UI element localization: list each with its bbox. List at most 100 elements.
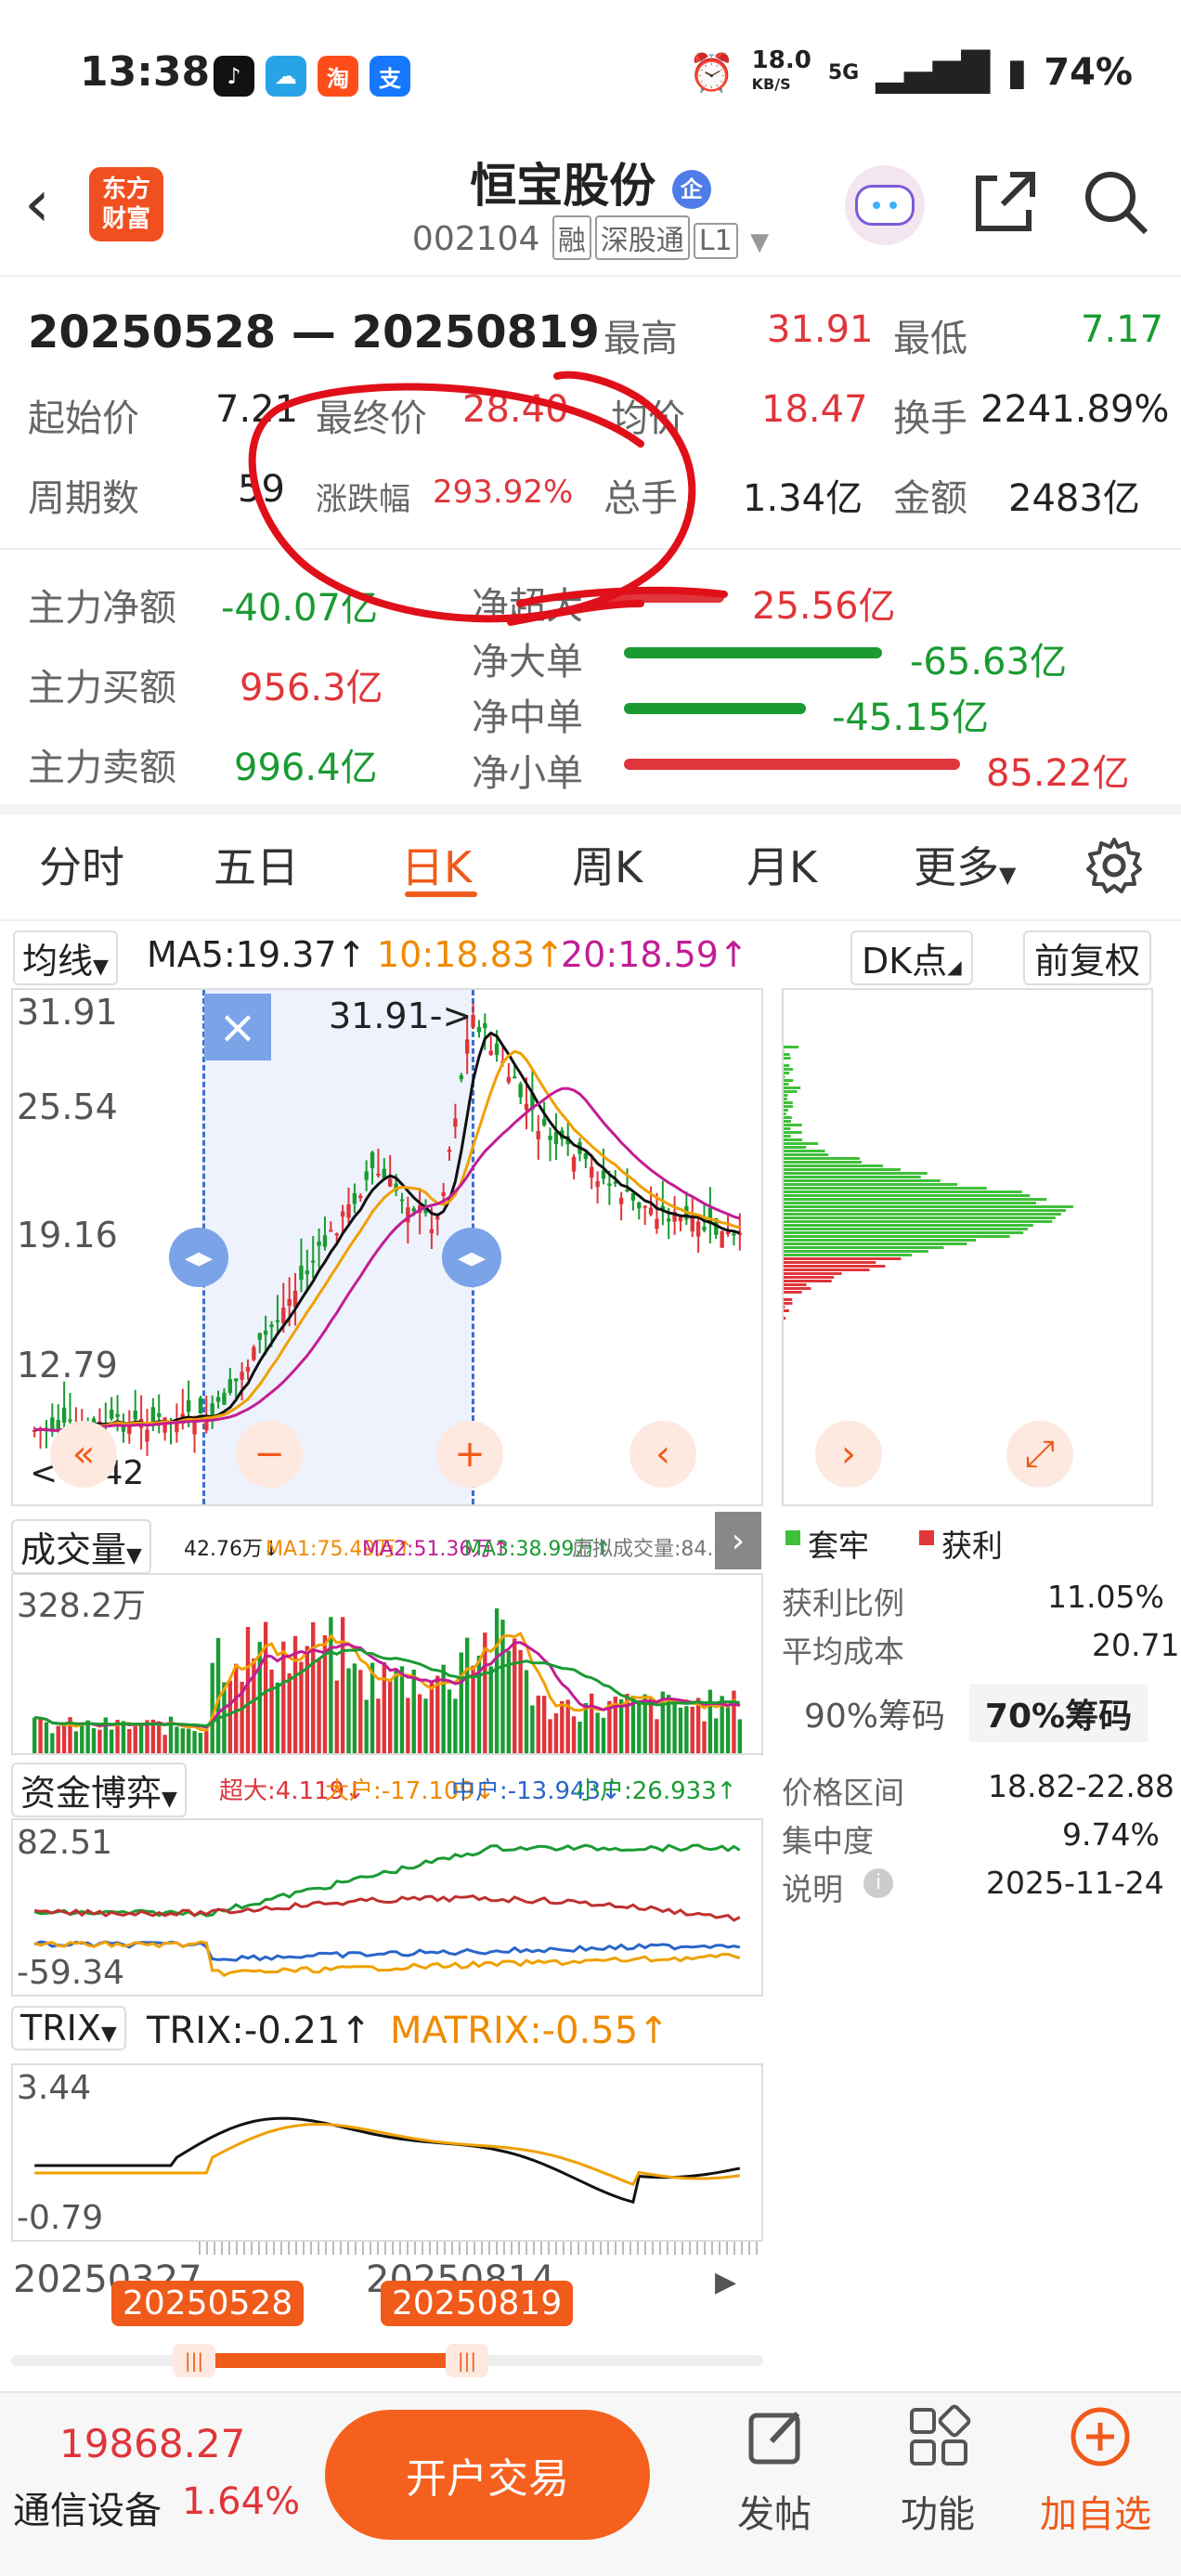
candle — [145, 1430, 149, 1442]
volume-y-top: 328.2万 — [17, 1579, 146, 1627]
trix-selector[interactable]: TRIX▼ — [11, 2006, 126, 2050]
volume-bar — [400, 1666, 404, 1753]
info-icon[interactable]: i — [863, 1868, 893, 1898]
ma10-value: 10:18.83↑ — [377, 934, 565, 975]
chip-bar — [784, 1131, 802, 1134]
candle — [537, 1131, 540, 1139]
capital-plot — [13, 1820, 761, 1995]
sector-name[interactable]: 通信设备 — [13, 2480, 162, 2534]
volume-bar — [299, 1662, 303, 1753]
candle — [441, 1192, 445, 1196]
volume-bar — [269, 1670, 273, 1753]
volume-bar — [80, 1723, 84, 1753]
volume-bar — [637, 1703, 641, 1753]
chip-bar — [784, 1276, 834, 1279]
volume-bar — [702, 1722, 706, 1753]
volume-bar — [435, 1676, 439, 1753]
chip-bar — [784, 1157, 860, 1160]
prev-icon[interactable]: ‹ — [629, 1421, 696, 1488]
chip-bar — [784, 1083, 788, 1086]
candle — [311, 1261, 315, 1263]
trix-plot — [13, 2065, 761, 2240]
chip-bar — [784, 1150, 825, 1152]
trade-button[interactable]: 开户交易 — [325, 2410, 650, 2540]
chip-bar — [784, 1138, 802, 1141]
chip-bar — [784, 1098, 787, 1100]
timeline-ticks — [199, 2242, 763, 2255]
candle — [264, 1331, 267, 1334]
kline-chart[interactable]: × ◂▸ ◂▸ 31.91 25.54 19.16 12.79 31.91-> … — [11, 988, 763, 1506]
candle — [388, 1178, 392, 1186]
tab-monthly-k[interactable]: 月K — [746, 834, 817, 895]
chip-bar — [784, 1183, 957, 1186]
zoom-out-icon[interactable]: « — [50, 1421, 117, 1488]
candle — [252, 1347, 255, 1360]
expand-icon[interactable]: ⤢ — [1006, 1421, 1073, 1488]
tab-daily-k[interactable]: 日K — [401, 834, 472, 895]
timeline-next-icon[interactable]: ▶ — [715, 2266, 736, 2298]
index-value[interactable]: 19868.27 — [59, 2421, 245, 2466]
add-watch-button[interactable] — [1068, 2404, 1133, 2473]
volume-bar — [572, 1716, 576, 1753]
candle — [222, 1393, 226, 1405]
volume-bar — [92, 1728, 96, 1753]
post-button[interactable] — [741, 2404, 811, 2473]
chip-bar — [784, 1317, 785, 1320]
candle — [412, 1208, 416, 1211]
minus-icon[interactable]: − — [236, 1421, 303, 1488]
chip-bar — [784, 1302, 792, 1305]
volume-bar — [465, 1638, 469, 1753]
candle — [151, 1407, 155, 1423]
volume-bar — [134, 1725, 137, 1753]
candle — [287, 1299, 291, 1306]
dk-point-button[interactable]: DK点◢ — [850, 930, 973, 985]
volume-bar — [655, 1719, 658, 1753]
price-range: 18.82-22.88 — [988, 1768, 1175, 1804]
tab-weekly-k[interactable]: 周K — [572, 834, 642, 895]
candle — [702, 1227, 706, 1230]
timeline-start-flag[interactable]: 20250528 — [111, 2281, 304, 2326]
volume-bar — [471, 1666, 474, 1753]
chip-bar — [784, 1057, 791, 1060]
chip-bar — [784, 1161, 862, 1164]
candle — [642, 1206, 646, 1208]
chip-tab-90[interactable]: 90%筹码 — [785, 1685, 964, 1742]
volume-bar — [234, 1664, 238, 1753]
settings-icon[interactable] — [1084, 836, 1144, 899]
trix-y-top: 3.44 — [17, 2069, 91, 2107]
candle — [572, 1157, 576, 1172]
volume-bar — [38, 1719, 42, 1753]
volume-selector[interactable]: 成交量▼ — [11, 1519, 151, 1574]
timeline-right-handle[interactable]: ||| — [446, 2344, 488, 2377]
tab-underline — [405, 891, 477, 897]
adjust-button[interactable]: 前复权 — [1023, 930, 1151, 985]
volume-bar — [45, 1723, 48, 1753]
volume-bar — [460, 1652, 463, 1753]
kline-high-note: 31.91-> — [329, 995, 472, 1036]
chip-tab-70[interactable]: 70%筹码 — [969, 1685, 1148, 1742]
capital-selector[interactable]: 资金博弈▼ — [11, 1763, 187, 1817]
chip-bar — [784, 1064, 789, 1067]
volume-bar — [175, 1726, 178, 1753]
volume-bar — [441, 1665, 445, 1753]
ma-selector[interactable]: 均线▼ — [13, 930, 118, 985]
chip-bar — [784, 1216, 1056, 1219]
candle — [317, 1242, 320, 1246]
expand-panel-icon[interactable]: › — [715, 1512, 761, 1569]
volume-bar — [418, 1694, 422, 1753]
chip-bar — [784, 1209, 1066, 1212]
chip-bar — [784, 1124, 802, 1126]
candle — [542, 1119, 546, 1125]
volume-bar — [62, 1724, 66, 1753]
tab-more[interactable]: 更多▼ — [914, 834, 1016, 895]
volume-bar — [518, 1650, 522, 1753]
functions-button[interactable] — [906, 2404, 971, 2473]
plus-icon[interactable]: + — [436, 1421, 503, 1488]
tab-five-day[interactable]: 五日 — [214, 834, 299, 895]
timeline-left-handle[interactable]: ||| — [173, 2344, 215, 2377]
chip-distribution[interactable]: › ⤢ — [782, 988, 1153, 1506]
timeline-end-flag[interactable]: 20250819 — [381, 2281, 573, 2326]
next-icon[interactable]: › — [815, 1421, 882, 1488]
tab-intraday[interactable]: 分时 — [39, 834, 124, 895]
candle — [696, 1221, 700, 1236]
